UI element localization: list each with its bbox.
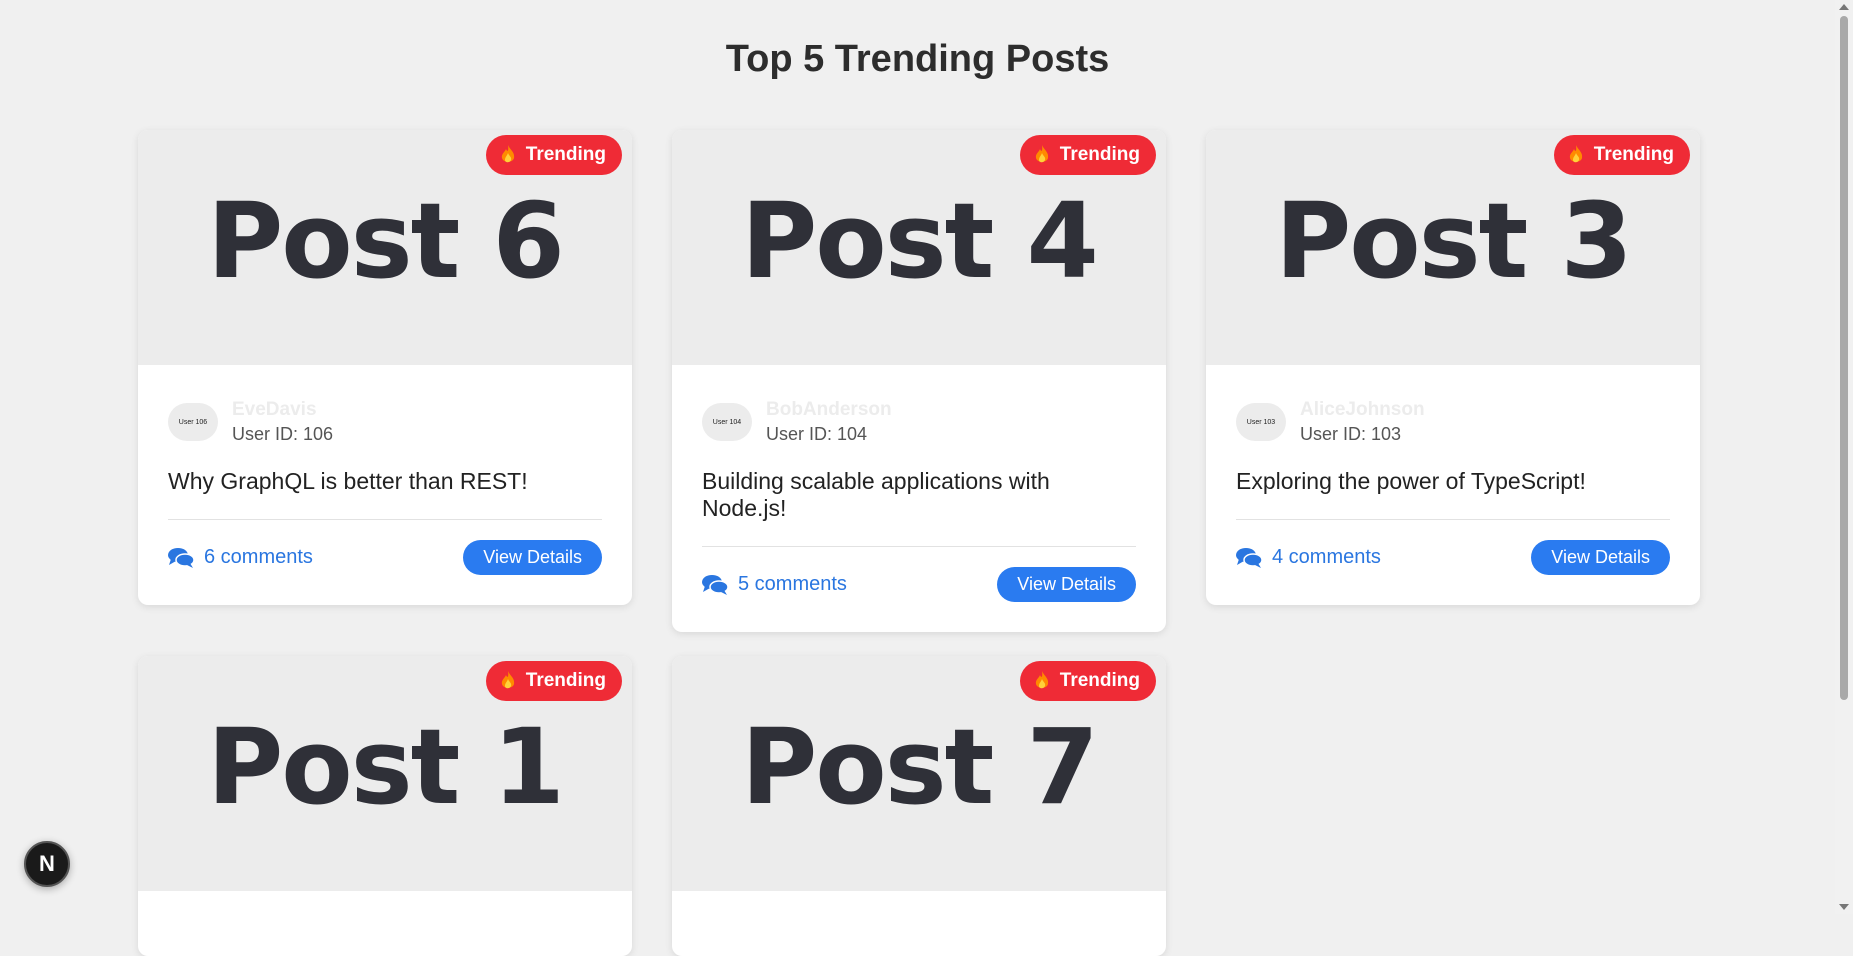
post-hero-title: Post 7 bbox=[741, 705, 1099, 828]
scroll-up-icon[interactable] bbox=[1839, 4, 1849, 10]
divider bbox=[1236, 519, 1670, 520]
trending-label: Trending bbox=[525, 144, 606, 165]
author-info: User 103 AliceJohnson User ID: 103 bbox=[1236, 398, 1670, 446]
post-body: User 104 BobAnderson User ID: 104 Buildi… bbox=[672, 365, 1166, 632]
trending-badge: Trending bbox=[1553, 135, 1690, 175]
post-text: Exploring the power of TypeScript! bbox=[1236, 468, 1586, 494]
author-info: User 104 BobAnderson User ID: 104 bbox=[702, 398, 1136, 446]
author-name: EveDavis bbox=[232, 399, 317, 420]
post-card: Trending Post 7 bbox=[672, 656, 1166, 956]
author-user-id: User ID: 104 bbox=[766, 424, 868, 444]
author-name: BobAnderson bbox=[766, 399, 892, 420]
comments-count: 5 comments bbox=[738, 573, 847, 595]
author-info: User 106 EveDavis User ID: 106 bbox=[168, 398, 602, 446]
comments-icon bbox=[168, 547, 194, 568]
post-hero: Trending Post 6 bbox=[138, 130, 632, 365]
post-hero-title: Post 4 bbox=[741, 179, 1099, 302]
post-footer: 5 comments View Details bbox=[702, 567, 1136, 602]
scroll-down-icon[interactable] bbox=[1839, 904, 1849, 910]
trending-badge: Trending bbox=[1019, 135, 1156, 175]
avatar: User 104 bbox=[702, 403, 752, 441]
post-hero-title: Post 1 bbox=[207, 705, 565, 828]
trending-badge: Trending bbox=[485, 135, 622, 175]
flame-icon bbox=[1569, 145, 1582, 163]
trending-label: Trending bbox=[1059, 144, 1140, 165]
divider bbox=[168, 519, 602, 520]
scrollbar[interactable] bbox=[1835, 0, 1853, 914]
view-details-button[interactable]: View Details bbox=[1531, 540, 1670, 575]
post-hero: Trending Post 3 bbox=[1206, 130, 1700, 365]
post-text: Why GraphQL is better than REST! bbox=[168, 468, 528, 494]
post-hero: Trending Post 1 bbox=[138, 656, 632, 891]
view-details-button[interactable]: View Details bbox=[997, 567, 1136, 602]
post-card: Trending Post 3 User 103 AliceJohnson Us… bbox=[1206, 130, 1700, 605]
post-text: Building scalable applications with Node… bbox=[702, 468, 1050, 521]
trending-label: Trending bbox=[1593, 144, 1674, 165]
flame-icon bbox=[501, 671, 514, 689]
author-user-id: User ID: 103 bbox=[1300, 424, 1402, 444]
trending-label: Trending bbox=[1059, 670, 1140, 691]
trending-badge: Trending bbox=[1019, 661, 1156, 701]
post-hero: Trending Post 7 bbox=[672, 656, 1166, 891]
post-card: Trending Post 4 User 104 BobAnderson Use… bbox=[672, 130, 1166, 632]
flame-icon bbox=[1035, 671, 1048, 689]
flame-icon bbox=[1035, 145, 1048, 163]
trending-badge: Trending bbox=[485, 661, 622, 701]
post-footer: 6 comments View Details bbox=[168, 540, 602, 575]
author-name: AliceJohnson bbox=[1300, 399, 1425, 420]
scrollbar-thumb[interactable] bbox=[1840, 16, 1848, 700]
post-hero-title: Post 3 bbox=[1275, 179, 1633, 302]
comments-link[interactable]: 5 comments bbox=[702, 573, 847, 596]
divider bbox=[702, 546, 1136, 547]
comments-link[interactable]: 6 comments bbox=[168, 546, 313, 569]
dev-indicator-button[interactable]: N bbox=[24, 841, 70, 887]
comments-link[interactable]: 4 comments bbox=[1236, 546, 1381, 569]
post-card: Trending Post 6 User 106 EveDavis User I… bbox=[138, 130, 632, 605]
post-body: User 103 AliceJohnson User ID: 103 Explo… bbox=[1206, 365, 1700, 605]
view-details-button[interactable]: View Details bbox=[463, 540, 602, 575]
author-user-id: User ID: 106 bbox=[232, 424, 334, 444]
comments-count: 6 comments bbox=[204, 546, 313, 568]
page-title: Top 5 Trending Posts bbox=[725, 38, 1110, 80]
avatar: User 103 bbox=[1236, 403, 1286, 441]
post-body: User 106 EveDavis User ID: 106 Why Graph… bbox=[138, 365, 632, 605]
comments-icon bbox=[1236, 547, 1262, 568]
avatar: User 106 bbox=[168, 403, 218, 441]
post-card: Trending Post 1 bbox=[138, 656, 632, 956]
post-hero-title: Post 6 bbox=[207, 179, 565, 302]
comments-count: 4 comments bbox=[1272, 546, 1381, 568]
trending-label: Trending bbox=[525, 670, 606, 691]
post-footer: 4 comments View Details bbox=[1236, 540, 1670, 575]
flame-icon bbox=[501, 145, 514, 163]
comments-icon bbox=[702, 574, 728, 595]
post-hero: Trending Post 4 bbox=[672, 130, 1166, 365]
